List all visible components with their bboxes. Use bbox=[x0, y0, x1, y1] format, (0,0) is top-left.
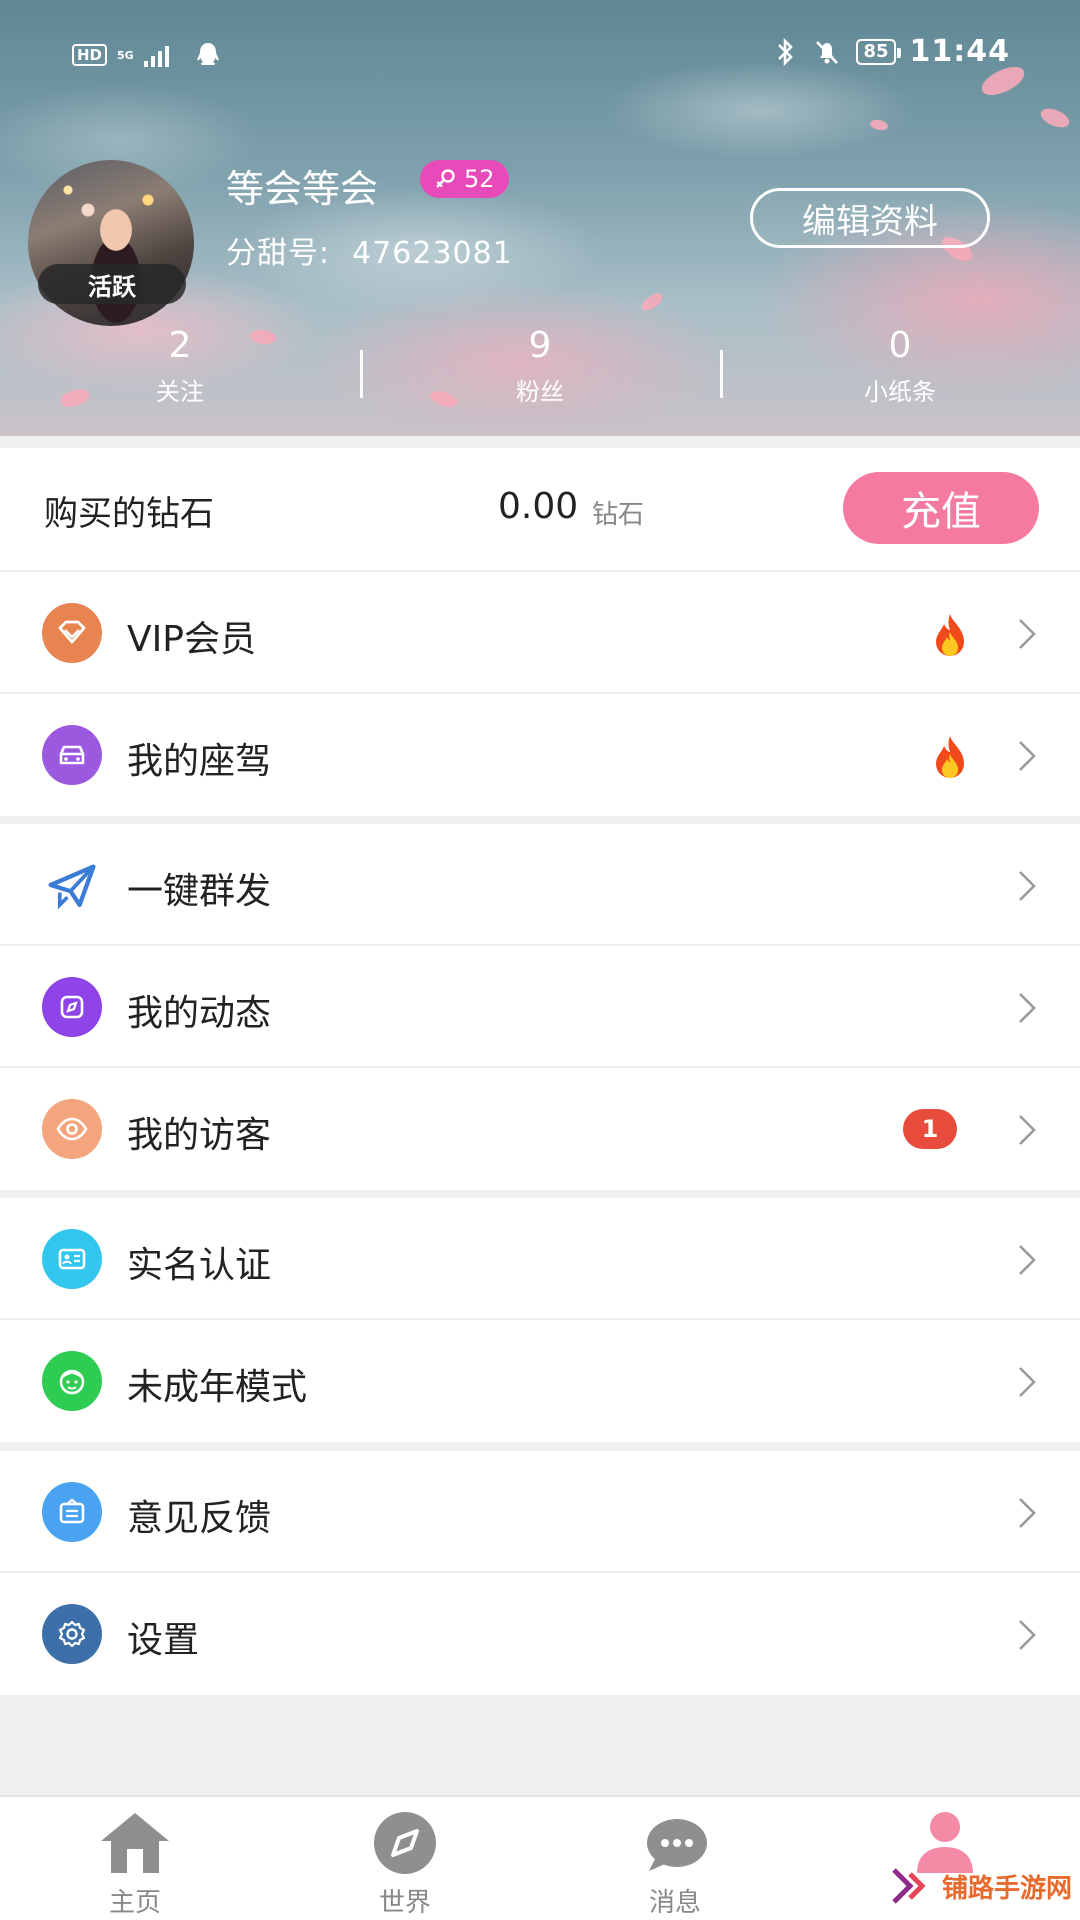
username: 等会等会 bbox=[226, 167, 379, 211]
car-icon bbox=[42, 725, 102, 785]
diamond-amount: 0.00 bbox=[498, 486, 579, 527]
stat-notes[interactable]: 0 小纸条 bbox=[720, 318, 1080, 418]
menu-item-label: 我的动态 bbox=[127, 993, 272, 1034]
mute-bell-icon bbox=[816, 40, 839, 64]
stats-row: 2 关注 9 粉丝 0 小纸条 bbox=[0, 318, 1080, 418]
eye-icon bbox=[42, 1099, 102, 1159]
stat-value: 9 bbox=[528, 325, 552, 366]
stat-following[interactable]: 2 关注 bbox=[0, 318, 360, 418]
chevron-right-icon bbox=[1019, 1620, 1036, 1650]
diamond-unit: 钻石 bbox=[592, 500, 645, 530]
watermark-text: 铺路手游网 bbox=[942, 1873, 1073, 1904]
menu-item-label: 实名认证 bbox=[127, 1245, 272, 1286]
stat-fans[interactable]: 9 粉丝 bbox=[360, 318, 720, 418]
chevron-right-icon bbox=[1019, 741, 1036, 771]
id-card-icon bbox=[42, 1229, 102, 1289]
chevron-right-icon bbox=[1019, 1498, 1036, 1528]
stat-value: 0 bbox=[888, 325, 912, 366]
clock: 11:44 bbox=[909, 34, 1010, 69]
petal-decoration bbox=[1038, 103, 1072, 133]
menu-item-visitors[interactable]: 我的访客 1 bbox=[0, 1068, 1080, 1190]
feedback-icon bbox=[42, 1482, 102, 1542]
compass-icon bbox=[42, 977, 102, 1037]
nav-label: 世界 bbox=[378, 1888, 431, 1918]
edit-profile-button[interactable]: 编辑资料 bbox=[750, 188, 990, 248]
watermark: 铺路手游网 bbox=[890, 1866, 1072, 1906]
stat-label: 粉丝 bbox=[516, 378, 564, 406]
diamond-label: 购买的钻石 bbox=[44, 494, 214, 534]
home-icon bbox=[101, 1813, 169, 1873]
menu-item-teen-mode[interactable]: 未成年模式 bbox=[0, 1320, 1080, 1442]
active-status-tag: 活跃 bbox=[38, 264, 186, 304]
qq-icon bbox=[196, 43, 219, 65]
user-id-value: 47623081 bbox=[352, 236, 513, 271]
menu-item-label: 设置 bbox=[127, 1620, 200, 1661]
fire-icon bbox=[936, 736, 964, 778]
signal-icon bbox=[143, 43, 169, 67]
chevron-right-icon bbox=[1019, 1367, 1036, 1397]
menu-item-feedback[interactable]: 意见反馈 bbox=[0, 1451, 1080, 1573]
recharge-button[interactable]: 充值 bbox=[843, 472, 1039, 544]
menu-item-label: 我的访客 bbox=[127, 1115, 272, 1156]
gear-icon bbox=[42, 1604, 102, 1664]
diamond-icon bbox=[42, 603, 102, 663]
menu-item-settings[interactable]: 设置 bbox=[0, 1573, 1080, 1695]
female-symbol-icon bbox=[436, 169, 455, 188]
diamond-balance-row: 购买的钻石 0.00 钻石 充值 bbox=[0, 448, 1080, 570]
user-id-row: 分甜号: 47623081 bbox=[226, 228, 513, 272]
chevron-right-icon bbox=[1019, 619, 1036, 649]
user-id-label: 分甜号: bbox=[226, 236, 331, 271]
visitor-count-badge: 1 bbox=[903, 1109, 957, 1149]
nav-tab-home[interactable]: 主页 bbox=[0, 1797, 270, 1920]
network-type: 5G bbox=[117, 48, 134, 62]
stat-value: 2 bbox=[168, 325, 192, 366]
watermark-logo-icon bbox=[892, 1868, 926, 1904]
petal-decoration bbox=[638, 290, 666, 314]
chat-bubbles-icon bbox=[647, 1819, 707, 1871]
nav-label: 主页 bbox=[108, 1888, 161, 1918]
menu-item-label: 一键群发 bbox=[127, 871, 272, 912]
compass-icon bbox=[374, 1812, 436, 1874]
menu-item-label: 意见反馈 bbox=[127, 1498, 272, 1539]
profile-header: HD 5G 85 11:44 活跃 等会等会 52 分甜号: 47623081 … bbox=[0, 0, 1080, 436]
menu-item-label: 未成年模式 bbox=[127, 1367, 308, 1408]
menu-item-label: VIP会员 bbox=[127, 619, 256, 660]
bluetooth-icon bbox=[778, 37, 794, 66]
petal-decoration bbox=[868, 117, 890, 133]
menu-item-vehicle[interactable]: 我的座驾 bbox=[0, 694, 1080, 816]
chevron-right-icon bbox=[1019, 871, 1036, 901]
menu-item-real-name[interactable]: 实名认证 bbox=[0, 1198, 1080, 1320]
chevron-right-icon bbox=[1019, 993, 1036, 1023]
level-badge: 52 bbox=[420, 160, 509, 198]
nav-label: 消息 bbox=[648, 1888, 701, 1918]
battery-indicator: 85 bbox=[856, 38, 901, 65]
menu-item-label: 我的座驾 bbox=[127, 741, 272, 782]
fire-icon bbox=[936, 614, 964, 656]
hd-indicator: HD bbox=[72, 44, 108, 66]
level-value: 52 bbox=[464, 165, 495, 193]
menu-item-mass-message[interactable]: 一键群发 bbox=[0, 824, 1080, 946]
chevron-right-icon bbox=[1019, 1245, 1036, 1275]
status-bar: HD 5G 85 11:44 bbox=[0, 30, 1080, 76]
paper-plane-icon bbox=[42, 855, 102, 915]
stat-label: 关注 bbox=[156, 378, 204, 406]
menu-item-my-posts[interactable]: 我的动态 bbox=[0, 946, 1080, 1068]
nav-tab-messages[interactable]: 消息 bbox=[540, 1797, 810, 1920]
chevron-right-icon bbox=[1019, 1115, 1036, 1145]
nav-tab-world[interactable]: 世界 bbox=[270, 1797, 540, 1920]
stat-label: 小纸条 bbox=[864, 378, 936, 406]
menu-item-vip[interactable]: VIP会员 bbox=[0, 572, 1080, 694]
child-face-icon bbox=[42, 1351, 102, 1411]
